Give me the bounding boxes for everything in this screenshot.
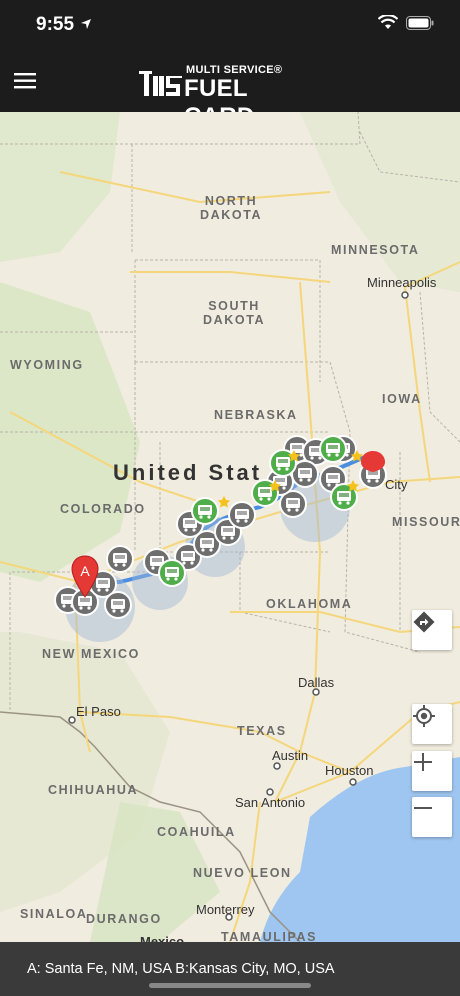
home-indicator[interactable] [149,983,311,988]
directions-button[interactable] [412,610,452,650]
zoom-out-button[interactable] [412,797,452,837]
zoom-in-icon [414,753,432,771]
wifi-icon [378,15,398,29]
map-view[interactable]: NORTH DAKOTA MINNESOTA SOUTH DAKOTA WYOM… [0,112,460,942]
my-location-icon [413,705,435,727]
logo-mark [139,71,182,96]
directions-icon [413,611,435,633]
marker-b-pin[interactable] [360,450,386,472]
status-time: 9:55 [36,14,75,35]
menu-icon[interactable] [12,68,38,94]
app-header: MULTI SERVICE® FUEL CARD [0,50,460,130]
truck-stop-markers[interactable] [0,112,460,942]
route-text: A: Santa Fe, NM, USA B:Kansas City, MO, … [27,961,335,977]
logo: MULTI SERVICE® FUEL CARD [138,62,324,130]
my-location-button[interactable] [412,704,452,744]
location-arrow-icon [81,19,91,29]
zoom-out-icon [414,807,432,809]
marker-a-label: A [80,563,90,579]
battery-icon [406,15,434,30]
status-bar: 9:55 [0,0,460,50]
zoom-in-button[interactable] [412,751,452,791]
